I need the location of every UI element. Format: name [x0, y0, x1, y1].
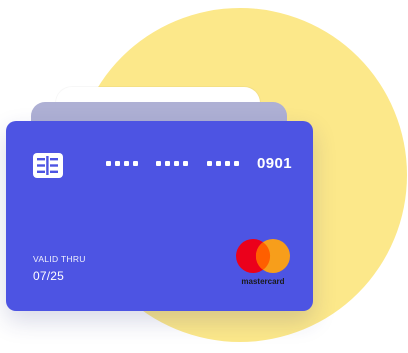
- masked-digits-group-1: [106, 160, 138, 166]
- credit-card-illustration: 0901 VALID THRU 07/25 mastercard: [0, 0, 408, 353]
- card-number: 0901: [106, 153, 292, 173]
- valid-thru-date: 07/25: [33, 269, 65, 283]
- card-chip-icon: [33, 153, 63, 178]
- masked-digits-group-2: [156, 160, 189, 166]
- masked-digits-group-3: [206, 160, 239, 166]
- mastercard-logo: mastercard: [232, 238, 294, 286]
- mastercard-wordmark: mastercard: [241, 277, 285, 286]
- valid-thru-label: VALID THRU: [33, 254, 86, 264]
- credit-card: 0901 VALID THRU 07/25 mastercard: [6, 121, 313, 311]
- card-number-last4: 0901: [256, 154, 292, 172]
